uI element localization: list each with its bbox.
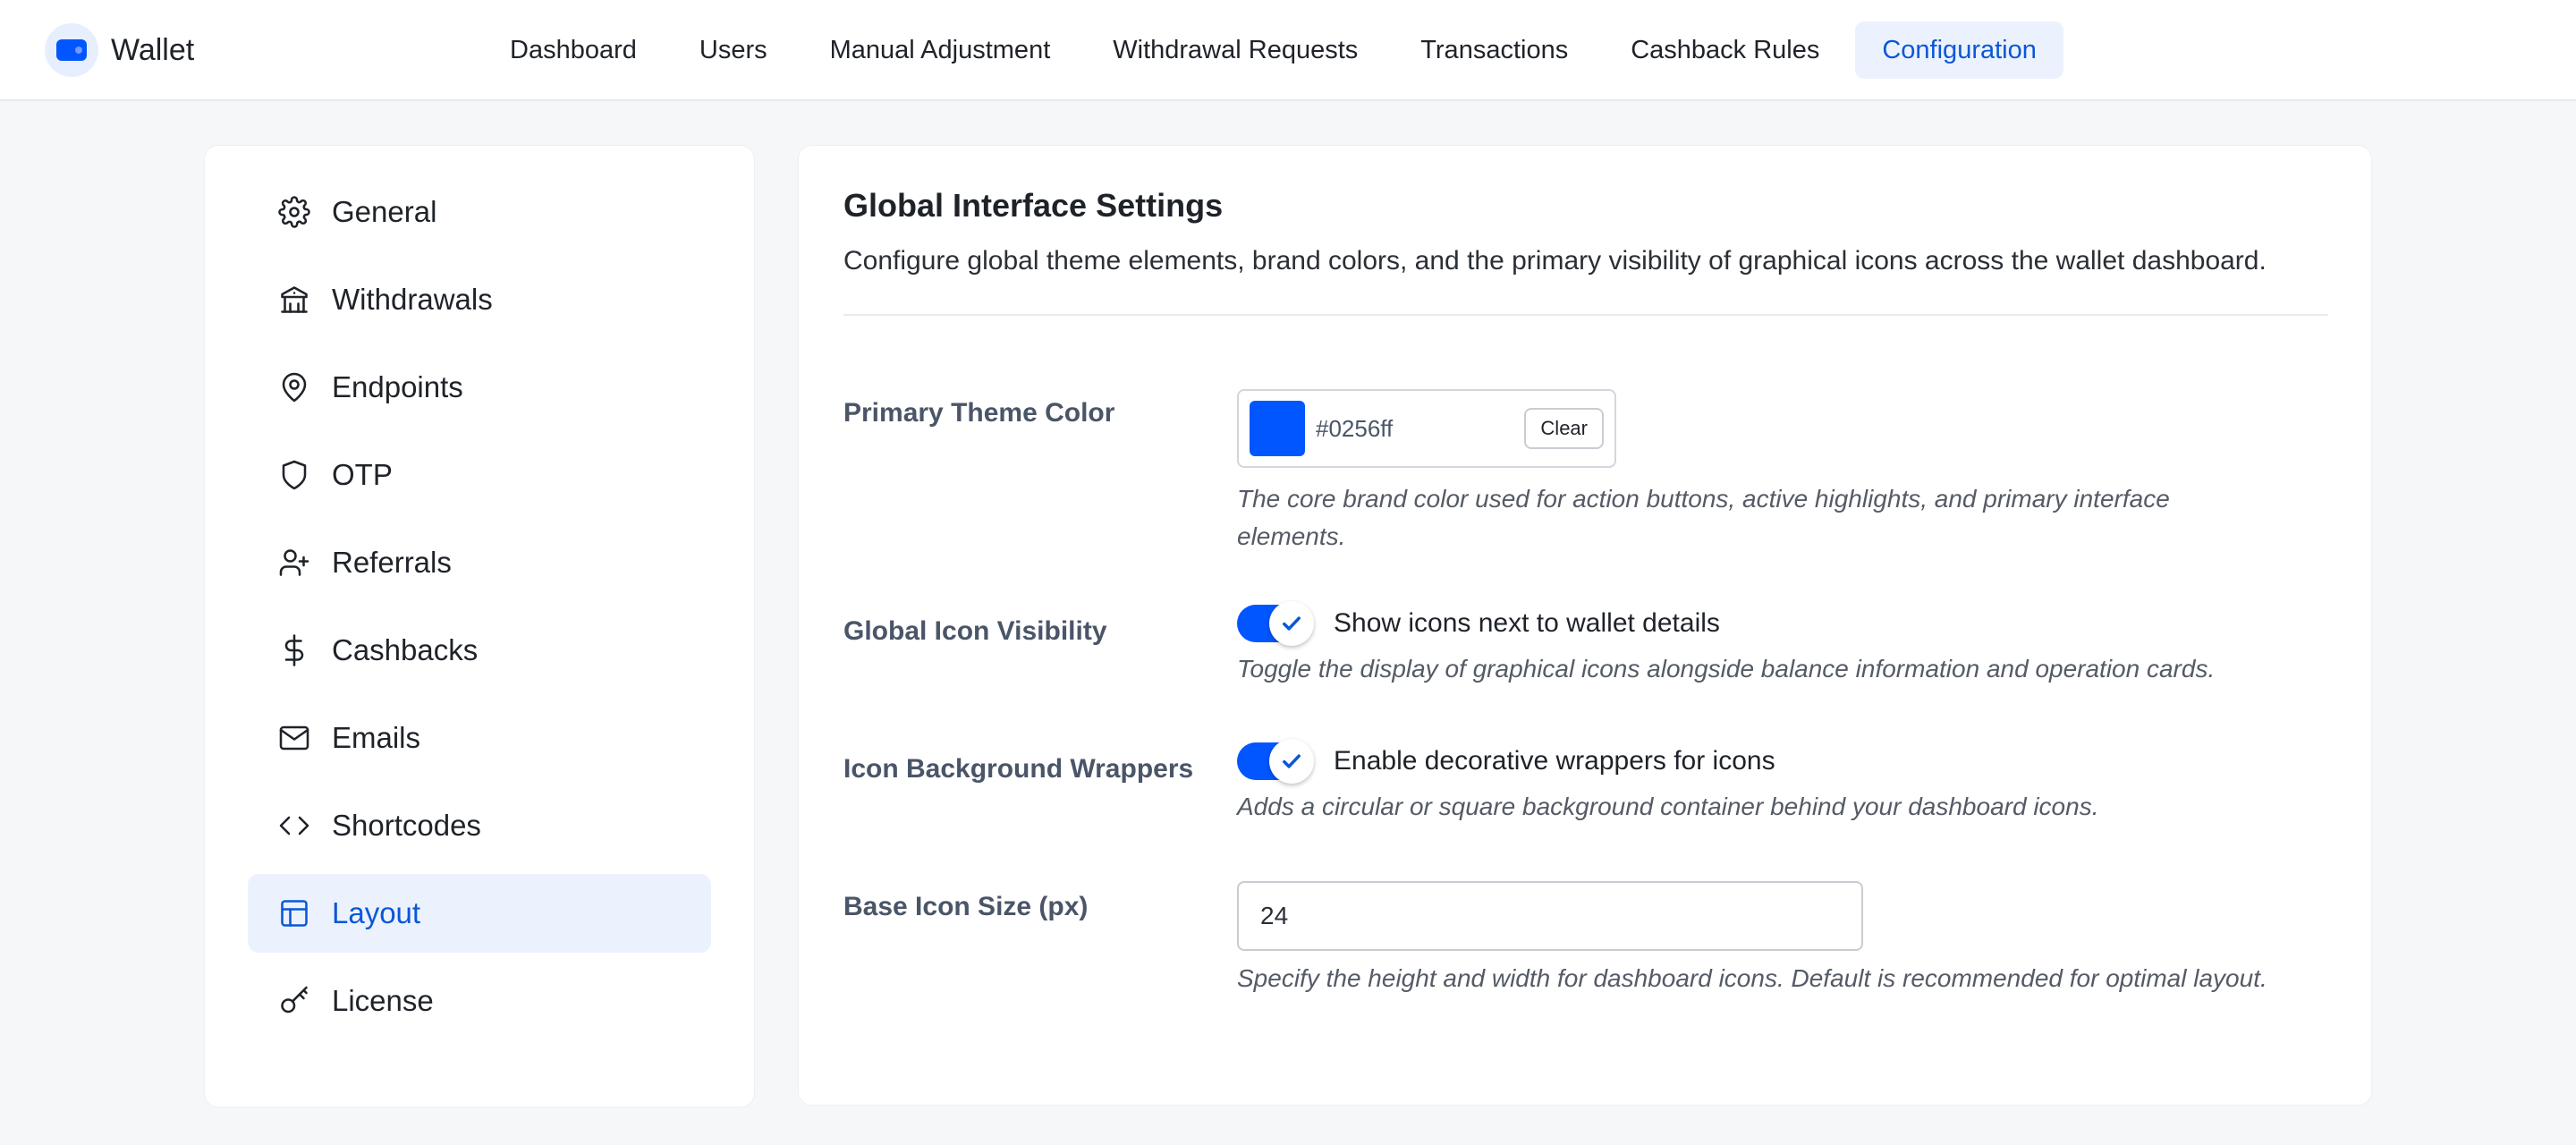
nav-manual-adjustment[interactable]: Manual Adjustment (803, 21, 1078, 79)
sidebar-item-referrals[interactable]: Referrals (248, 523, 711, 602)
sidebar-item-general[interactable]: General (248, 173, 711, 251)
sidebar-item-label: General (332, 195, 437, 228)
icon-visibility-field: Show icons next to wallet details Toggle… (1237, 600, 2275, 688)
sidebar-item-withdrawals[interactable]: Withdrawals (248, 260, 711, 339)
sidebar-item-layout[interactable]: Layout (248, 874, 711, 953)
primary-color-label: Primary Theme Color (843, 398, 1115, 428)
sidebar-item-endpoints[interactable]: Endpoints (248, 348, 711, 427)
color-value[interactable]: #0256ff (1316, 415, 1524, 443)
brand[interactable]: Wallet (45, 23, 194, 77)
icon-wrappers-help: Adds a circular or square background con… (1237, 793, 2099, 820)
map-pin-icon (278, 371, 310, 403)
sidebar-item-license[interactable]: License (248, 962, 711, 1040)
sidebar-item-label: OTP (332, 458, 393, 491)
sidebar-item-label: Withdrawals (332, 283, 493, 316)
sidebar-item-otp[interactable]: OTP (248, 436, 711, 514)
settings-panel: Global Interface Settings Configure glob… (798, 145, 2372, 1106)
icon-wrappers-label: Icon Background Wrappers (843, 754, 1194, 784)
check-icon (1269, 601, 1314, 646)
clear-color-button[interactable]: Clear (1524, 408, 1604, 449)
sidebar-item-label: Referrals (332, 546, 452, 579)
icon-visibility-toggle[interactable] (1237, 601, 1314, 646)
gear-icon (278, 196, 310, 228)
top-bar: Wallet Dashboard Users Manual Adjustment… (0, 0, 2576, 101)
mail-icon (278, 722, 310, 754)
icon-visibility-help: Toggle the display of graphical icons al… (1237, 655, 2216, 683)
sidebar-item-label: Layout (332, 896, 421, 929)
icon-wrappers-toggle-label[interactable]: Enable decorative wrappers for icons (1334, 746, 1775, 776)
page-title: Global Interface Settings (843, 187, 1224, 224)
nav-transactions[interactable]: Transactions (1394, 21, 1595, 79)
primary-color-field: #0256ff Clear The core brand color used … (1237, 389, 2275, 556)
sidebar-item-shortcodes[interactable]: Shortcodes (248, 786, 711, 865)
sidebar-item-label: Emails (332, 721, 421, 754)
divider (843, 314, 2328, 316)
settings-sidebar: General Withdrawals Endpoints OTP Referr… (204, 145, 755, 1107)
sidebar-item-emails[interactable]: Emails (248, 699, 711, 777)
page-description: Configure global theme elements, brand c… (843, 246, 2267, 276)
wallet-icon (45, 23, 98, 77)
layout-icon (278, 897, 310, 929)
color-swatch[interactable] (1250, 401, 1305, 456)
key-icon (278, 985, 310, 1017)
icon-size-help: Specify the height and width for dashboa… (1237, 964, 2267, 992)
nav-dashboard[interactable]: Dashboard (483, 21, 664, 79)
color-picker[interactable]: #0256ff Clear (1237, 389, 1616, 468)
shield-icon (278, 459, 310, 491)
dollar-icon (278, 634, 310, 666)
primary-color-help: The core brand color used for action but… (1237, 485, 2170, 550)
main-nav: Dashboard Users Manual Adjustment Withdr… (483, 21, 2063, 79)
sidebar-item-cashbacks[interactable]: Cashbacks (248, 611, 711, 690)
nav-withdrawal-requests[interactable]: Withdrawal Requests (1086, 21, 1385, 79)
check-icon (1269, 739, 1314, 784)
icon-size-label: Base Icon Size (px) (843, 892, 1089, 921)
sidebar-item-label: Shortcodes (332, 809, 481, 842)
icon-visibility-toggle-label[interactable]: Show icons next to wallet details (1334, 608, 1720, 639)
user-plus-icon (278, 547, 310, 579)
nav-users[interactable]: Users (673, 21, 794, 79)
brand-name: Wallet (111, 32, 195, 67)
icon-size-input[interactable] (1237, 881, 1863, 951)
icon-wrappers-toggle[interactable] (1237, 739, 1314, 784)
bank-icon (278, 284, 310, 316)
sidebar-item-label: Endpoints (332, 370, 463, 403)
sidebar-item-label: License (332, 984, 434, 1017)
sidebar-item-label: Cashbacks (332, 633, 479, 666)
nav-cashback-rules[interactable]: Cashback Rules (1604, 21, 1846, 79)
icon-visibility-label: Global Icon Visibility (843, 616, 1107, 646)
icon-size-field: Specify the height and width for dashboa… (1237, 881, 2275, 997)
nav-configuration[interactable]: Configuration (1855, 21, 2063, 79)
code-icon (278, 810, 310, 842)
icon-wrappers-field: Enable decorative wrappers for icons Add… (1237, 738, 2275, 826)
